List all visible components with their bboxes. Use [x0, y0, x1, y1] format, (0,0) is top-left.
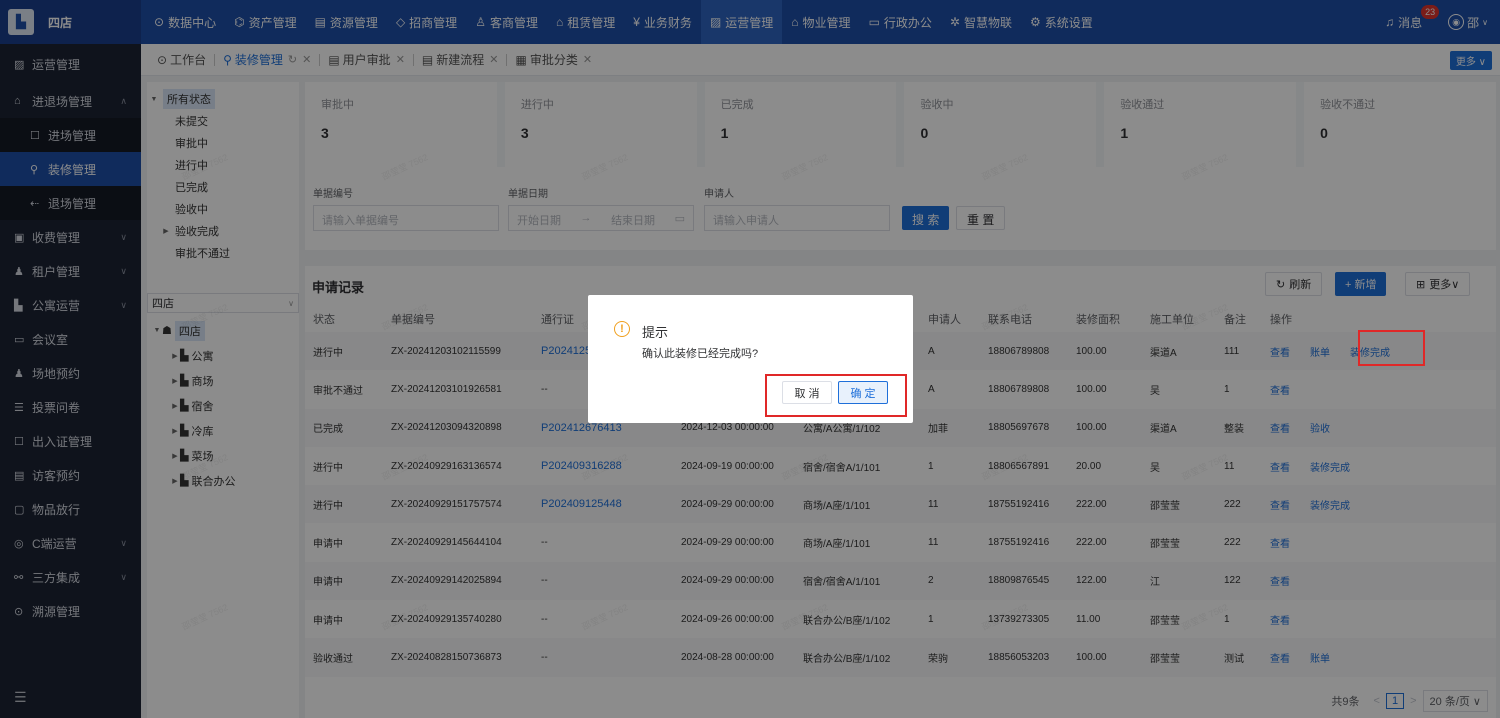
confirm-dialog: ! 提示 确认此装修已经完成吗? 取 消 确 定: [588, 295, 913, 423]
cancel-button[interactable]: 取 消: [782, 381, 832, 404]
dialog-title: 提示: [642, 325, 669, 340]
confirm-button[interactable]: 确 定: [838, 381, 888, 404]
warning-icon: !: [614, 321, 630, 337]
dialog-message: 确认此装修已经完成吗?: [642, 348, 759, 360]
